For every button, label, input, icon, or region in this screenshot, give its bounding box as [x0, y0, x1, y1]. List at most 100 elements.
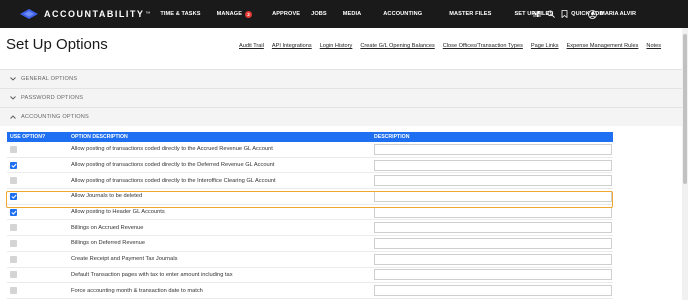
- page-title: Set Up Options: [6, 36, 108, 53]
- description-input[interactable]: [374, 143, 612, 155]
- sliders-icon[interactable]: [533, 10, 541, 18]
- brand-trademark: ™: [145, 11, 151, 17]
- use-option-checkbox[interactable]: [10, 287, 17, 295]
- page-link-login-history[interactable]: Login History: [320, 43, 353, 49]
- section-label: PASSWORD OPTIONS: [21, 95, 84, 101]
- description-input[interactable]: [374, 222, 612, 234]
- checkmark-icon: [10, 210, 17, 215]
- section-accounting-options[interactable]: ACCOUNTING OPTIONS: [0, 107, 682, 126]
- description-input[interactable]: [374, 175, 612, 187]
- nav-item-label: JOBS: [311, 11, 327, 17]
- use-option-checkbox[interactable]: [10, 161, 17, 169]
- option-description: Allow posting of transactions coded dire…: [71, 162, 275, 169]
- logo-mark-icon: [20, 9, 38, 19]
- option-description: Create Receipt and Payment Tax Journals: [71, 256, 178, 263]
- page-link-create-g-l-opening-balances[interactable]: Create G/L Opening Balances: [360, 43, 434, 49]
- nav-item-master-files[interactable]: MASTER FILES: [449, 0, 491, 28]
- notification-badge: 2: [245, 10, 253, 18]
- option-description: Default Transaction pages with tax to en…: [71, 271, 233, 278]
- top-nav-bar: ACCOUNTABILITY ™ TIME & TASKS MANAGE 2 APPR…: [0, 0, 688, 28]
- checkmark-icon: [10, 163, 17, 168]
- use-option-checkbox[interactable]: [10, 224, 17, 232]
- use-option-checkbox[interactable]: [10, 271, 17, 279]
- nav-item-media[interactable]: MEDIA: [343, 0, 362, 28]
- table-row: Default Transaction pages with tax to en…: [7, 268, 613, 284]
- nav-item-label: TIME & TASKS: [160, 11, 201, 17]
- brand-name: ACCOUNTABILITY: [44, 9, 145, 19]
- description-input[interactable]: [374, 237, 612, 249]
- use-option-cell: [7, 271, 64, 279]
- nav-item-manage[interactable]: MANAGE 2: [216, 0, 253, 28]
- table-body: Allow posting of transactions coded dire…: [7, 142, 613, 299]
- page-link-audit-trail[interactable]: Audit Trail: [239, 43, 264, 49]
- chevron-up-icon: [10, 113, 18, 121]
- use-option-checkbox[interactable]: [10, 208, 17, 216]
- col-header-use: USE OPTION?: [10, 134, 46, 140]
- toolbar-icons: [527, 0, 568, 28]
- use-option-cell: [7, 161, 64, 169]
- page-link-page-links[interactable]: Page Links: [531, 43, 559, 49]
- table-row: Allow posting to Header GL Accounts: [7, 205, 613, 221]
- option-description: Allow Journals to be deleted: [71, 193, 143, 200]
- option-description: Force accounting month & transaction dat…: [71, 287, 203, 294]
- use-option-checkbox[interactable]: [10, 177, 17, 185]
- table-row: Allow Journals to be deleted: [7, 189, 613, 205]
- checkmark-icon: [10, 194, 17, 199]
- description-input[interactable]: [374, 253, 612, 265]
- table-row: Create Receipt and Payment Tax Journals: [7, 252, 613, 268]
- use-option-cell: [7, 239, 64, 247]
- page-link-notes[interactable]: Notes: [646, 43, 661, 49]
- accounting-options-table: USE OPTION? OPTION DESCRIPTION DESCRIPTI…: [7, 132, 613, 299]
- page-links: Audit Trail API Integrations Login History…: [239, 43, 669, 49]
- use-option-checkbox[interactable]: [10, 255, 17, 263]
- use-option-cell: [7, 177, 64, 185]
- user-name: MARIA ALVIR: [600, 11, 636, 17]
- chevron-down-icon: [10, 75, 18, 83]
- nav-item-jobs[interactable]: JOBS: [311, 0, 327, 28]
- table-row: Allow posting of transactions coded dire…: [7, 173, 613, 190]
- description-input[interactable]: [374, 285, 612, 297]
- page-link-expense-management-rules[interactable]: Expense Management Rules: [567, 43, 639, 49]
- page-scrollbar-thumb[interactable]: [683, 34, 687, 184]
- user-menu[interactable]: MARIA ALVIR: [588, 0, 636, 28]
- col-header-option: OPTION DESCRIPTION: [71, 134, 128, 140]
- nav-item-label: MANAGE: [216, 11, 243, 17]
- nav-item-label: MEDIA: [342, 11, 362, 17]
- brand-logo[interactable]: ACCOUNTABILITY ™: [20, 0, 150, 28]
- page-link-api-integrations[interactable]: API Integrations: [272, 43, 312, 49]
- table-row: Billings on Deferred Revenue: [7, 236, 613, 252]
- page-scrollbar[interactable]: [682, 28, 688, 300]
- use-option-checkbox[interactable]: [10, 192, 17, 200]
- page-link-close-offices-transaction-types[interactable]: Close Offices/Transaction Types: [443, 43, 523, 49]
- use-option-cell: [7, 192, 64, 200]
- section-password-options[interactable]: PASSWORD OPTIONS: [0, 88, 682, 107]
- use-option-checkbox[interactable]: [10, 239, 17, 247]
- nav-item-approve[interactable]: APPROVE: [272, 0, 300, 28]
- use-option-cell: [7, 255, 64, 263]
- nav-item-label: MASTER FILES: [449, 11, 492, 17]
- search-icon[interactable]: [547, 10, 555, 18]
- section-general-options[interactable]: GENERAL OPTIONS: [0, 69, 682, 88]
- use-option-cell: [7, 287, 64, 295]
- option-description: Billings on Deferred Revenue: [71, 240, 145, 247]
- table-row: Allow posting of transactions coded dire…: [7, 142, 613, 158]
- user-circle-icon: [588, 9, 598, 19]
- table-row: Billings on Accrued Revenue: [7, 220, 613, 237]
- description-input[interactable]: [374, 159, 612, 171]
- description-input[interactable]: [374, 190, 612, 202]
- table-row: Allow posting of transactions coded dire…: [7, 158, 613, 174]
- description-input[interactable]: [374, 206, 612, 218]
- nav-item-time-tasks[interactable]: TIME & TASKS: [160, 0, 200, 28]
- nav-item-accounting[interactable]: ACCOUNTING: [383, 0, 422, 28]
- col-header-description: DESCRIPTION: [374, 134, 410, 140]
- option-description: Allow posting to Header GL Accounts: [71, 209, 165, 216]
- chevron-down-icon: [10, 94, 18, 102]
- section-label: ACCOUNTING OPTIONS: [21, 114, 89, 120]
- bookmark-icon[interactable]: [561, 10, 568, 18]
- use-option-cell: [7, 224, 64, 232]
- table-row: Force accounting month & transaction dat…: [7, 283, 613, 299]
- nav-item-label: APPROVE: [272, 11, 301, 17]
- option-description: Billings on Accrued Revenue: [71, 224, 144, 231]
- description-input[interactable]: [374, 269, 612, 281]
- use-option-checkbox[interactable]: [10, 145, 17, 153]
